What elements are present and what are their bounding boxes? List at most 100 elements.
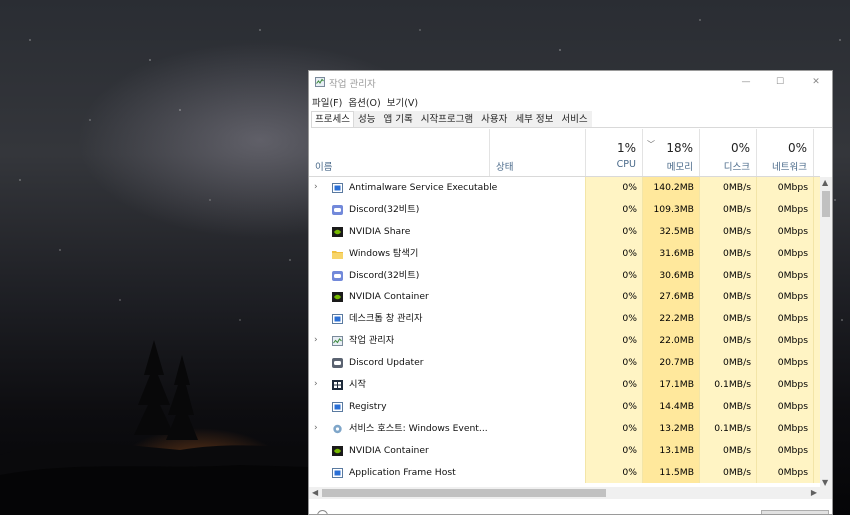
menu-file[interactable]: 파일(F)	[309, 95, 345, 109]
process-name-cell: Application Frame Host	[309, 462, 585, 484]
process-memory: 140.2MB	[642, 177, 699, 199]
header-overflow	[813, 129, 820, 176]
column-headers: 이름 상태 1% CPU ﹀ 18% 메모리 0% 디스크 0% 네트워크	[309, 129, 820, 177]
scroll-up-icon[interactable]: ▲	[822, 178, 828, 187]
title-bar[interactable]: 작업 관리자 — ☐ ✕	[309, 71, 832, 93]
process-name: 작업 관리자	[349, 335, 395, 347]
window-manager-icon	[332, 314, 343, 325]
window-title: 작업 관리자	[329, 79, 376, 90]
process-network: 0Mbps	[756, 395, 813, 418]
process-row[interactable]: › 작업 관리자 0% 22.0MB 0MB/s 0Mbps	[309, 330, 820, 353]
header-status[interactable]: 상태	[489, 129, 585, 176]
tree-silhouette	[134, 340, 198, 440]
process-cpu: 0%	[585, 308, 642, 331]
vertical-scroll-thumb[interactable]	[822, 191, 830, 217]
process-row[interactable]: Discord(32비트) 0% 30.6MB 0MB/s 0Mbps	[309, 264, 820, 287]
process-overflow-cell	[813, 308, 820, 331]
process-row[interactable]: Application Frame Host 0% 11.5MB 0MB/s 0Mbps	[309, 461, 820, 484]
process-name-cell: › 서비스 호스트: Windows Event...	[309, 418, 585, 440]
header-network[interactable]: 0% 네트워크	[756, 129, 813, 176]
process-name: Antimalware Service Executable	[349, 182, 498, 193]
process-network: 0Mbps	[756, 352, 813, 375]
header-disk[interactable]: 0% 디스크	[699, 129, 756, 176]
process-row[interactable]: › Antimalware Service Executable 0% 140.2MB…	[309, 177, 820, 199]
process-overflow-cell	[813, 220, 820, 243]
tab-startup[interactable]: 시작프로그램	[416, 111, 478, 127]
process-row[interactable]: › 서비스 호스트: Windows Event... 0% 13.2MB 0.1MB/…	[309, 417, 820, 440]
process-disk: 0MB/s	[699, 330, 756, 353]
folder-icon	[332, 250, 343, 259]
gear-icon	[333, 424, 342, 433]
process-name-cell: › 시작	[309, 374, 585, 396]
process-network: 0Mbps	[756, 417, 813, 440]
process-network: 0Mbps	[756, 220, 813, 243]
process-memory: 30.6MB	[642, 264, 699, 287]
header-name[interactable]: 이름	[309, 129, 489, 176]
process-cpu: 0%	[585, 461, 642, 484]
process-name-cell: NVIDIA Share	[309, 221, 585, 243]
end-task-button[interactable]	[761, 510, 829, 514]
horizontal-scrollbar[interactable]: ◀ ▶	[309, 487, 820, 499]
process-memory: 27.6MB	[642, 286, 699, 309]
process-name: Application Frame Host	[349, 466, 456, 478]
expand-chevron-icon[interactable]: ›	[314, 177, 318, 199]
process-row[interactable]: NVIDIA Container 0% 27.6MB 0MB/s 0Mbps	[309, 286, 820, 309]
header-status-label: 상태	[496, 162, 514, 173]
expand-chevron-icon[interactable]: ›	[314, 330, 318, 352]
scroll-right-icon[interactable]: ▶	[811, 488, 817, 497]
process-overflow-cell	[813, 330, 820, 353]
tab-users[interactable]: 사용자	[477, 111, 512, 127]
tab-app-history[interactable]: 앱 기록	[379, 111, 417, 127]
process-row[interactable]: › 시작 0% 17.1MB 0.1MB/s 0Mbps	[309, 374, 820, 396]
process-memory: 32.5MB	[642, 220, 699, 243]
tab-services[interactable]: 서비스	[557, 111, 592, 127]
discord-icon	[332, 270, 343, 281]
process-cpu: 0%	[585, 439, 642, 462]
maximize-button[interactable]: ☐	[767, 74, 793, 90]
header-network-label: 네트워크	[772, 162, 807, 173]
process-network: 0Mbps	[756, 330, 813, 353]
menu-bar: 파일(F) 옵션(O) 보기(V)	[309, 95, 421, 109]
fewer-details-icon[interactable]	[317, 510, 328, 514]
discord-updater-icon	[332, 358, 343, 369]
menu-options[interactable]: 옵션(O)	[345, 95, 383, 109]
close-button[interactable]: ✕	[803, 74, 829, 90]
header-cpu[interactable]: 1% CPU	[585, 129, 642, 176]
process-name: Discord Updater	[349, 357, 424, 369]
vertical-scrollbar[interactable]: ▲ ▼	[820, 177, 832, 488]
process-row[interactable]: Windows 탐색기 0% 31.6MB 0MB/s 0Mbps	[309, 242, 820, 265]
process-overflow-cell	[813, 198, 820, 221]
process-network: 0Mbps	[756, 177, 813, 199]
process-name: NVIDIA Container	[349, 444, 429, 456]
horizontal-scroll-thumb[interactable]	[322, 489, 606, 497]
header-disk-label: 디스크	[723, 162, 750, 173]
process-network: 0Mbps	[756, 439, 813, 462]
header-memory-percent: 18%	[666, 141, 693, 155]
process-network: 0Mbps	[756, 374, 813, 396]
tab-processes[interactable]: 프로세스	[311, 111, 354, 127]
scroll-down-icon[interactable]: ▼	[822, 478, 828, 487]
process-row[interactable]: Discord Updater 0% 20.7MB 0MB/s 0Mbps	[309, 352, 820, 375]
nvidia-icon	[332, 445, 343, 456]
process-row[interactable]: Discord(32비트) 0% 109.3MB 0MB/s 0Mbps	[309, 198, 820, 221]
expand-chevron-icon[interactable]: ›	[314, 374, 318, 396]
header-memory[interactable]: ﹀ 18% 메모리	[642, 129, 699, 176]
process-cpu: 0%	[585, 242, 642, 265]
process-memory: 22.0MB	[642, 330, 699, 353]
process-cpu: 0%	[585, 374, 642, 396]
expand-chevron-icon[interactable]: ›	[314, 418, 318, 440]
process-name-cell: Registry	[309, 396, 585, 418]
process-overflow-cell	[813, 242, 820, 265]
process-overflow-cell	[813, 417, 820, 440]
minimize-button[interactable]: —	[733, 74, 759, 90]
process-row[interactable]: Registry 0% 14.4MB 0MB/s 0Mbps	[309, 395, 820, 418]
menu-view[interactable]: 보기(V)	[384, 95, 421, 109]
process-row[interactable]: 데스크톱 창 관리자 0% 22.2MB 0MB/s 0Mbps	[309, 308, 820, 331]
tab-details[interactable]: 세부 정보	[511, 111, 558, 127]
tab-performance[interactable]: 성능	[353, 111, 380, 127]
maximize-icon: ☐	[775, 77, 785, 87]
process-memory: 22.2MB	[642, 308, 699, 331]
process-row[interactable]: NVIDIA Share 0% 32.5MB 0MB/s 0Mbps	[309, 220, 820, 243]
scroll-left-icon[interactable]: ◀	[312, 488, 318, 497]
process-row[interactable]: NVIDIA Container 0% 13.1MB 0MB/s 0Mbps	[309, 439, 820, 462]
